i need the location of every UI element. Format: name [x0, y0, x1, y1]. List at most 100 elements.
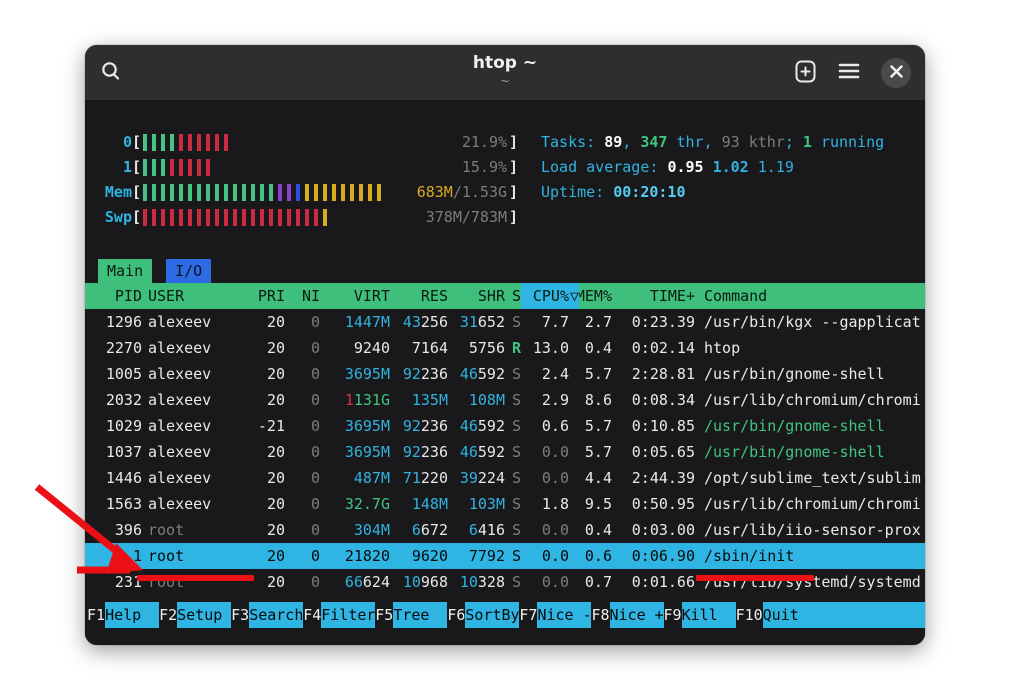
fn-sortby[interactable]: F6SortBy — [447, 602, 519, 628]
column-header-s[interactable]: S — [505, 283, 521, 309]
process-row[interactable]: 1563alexeev20032.7G148M103MS1.89.50:50.9… — [85, 491, 925, 517]
fn-filter[interactable]: F4Filter — [303, 602, 375, 628]
process-row[interactable]: 1037alexeev2003695M9223646592S0.05.70:05… — [85, 439, 925, 465]
meter-bar — [359, 184, 363, 201]
meter-bar — [215, 209, 219, 226]
process-row-selected[interactable]: 1root2002182096207792S0.00.60:06.90/sbin… — [85, 543, 925, 569]
column-header-ni[interactable]: NI — [285, 283, 320, 309]
cell-s: R — [505, 335, 521, 361]
meter-bar — [233, 184, 237, 201]
meter-bar — [224, 134, 228, 151]
meter-bar — [143, 159, 147, 176]
process-row[interactable]: 1005alexeev2003695M9223646592S2.45.72:28… — [85, 361, 925, 387]
column-header-pri[interactable]: PRI — [244, 283, 285, 309]
menu-button[interactable] — [838, 62, 860, 83]
process-row[interactable]: 396root200304M66726416S0.00.40:03.00/usr… — [85, 517, 925, 543]
meter-open-bracket: [ — [132, 208, 141, 226]
meter-swap-value: 378M/783M — [426, 205, 507, 230]
column-header-shr[interactable]: SHR — [448, 283, 505, 309]
cell-user: root — [148, 569, 244, 595]
fn-help[interactable]: F1Help — [87, 602, 159, 628]
meter-bar — [188, 159, 192, 176]
meter-close-bracket: ] — [509, 158, 518, 176]
cell-shr: 39224 — [448, 465, 505, 491]
fn-setup[interactable]: F2Setup — [159, 602, 231, 628]
process-row[interactable]: 1296alexeev2001447M4325631652S7.72.70:23… — [85, 309, 925, 335]
meter-bar — [206, 159, 210, 176]
cell-pri: 20 — [244, 361, 285, 387]
meter-bar — [197, 184, 201, 201]
cell-user: alexeev — [148, 413, 244, 439]
close-button[interactable] — [881, 58, 911, 88]
cell-shr: 46592 — [448, 361, 505, 387]
cell-pid: 1029 — [98, 413, 142, 439]
meter-bar — [170, 134, 174, 151]
meter-bar — [314, 209, 318, 226]
meter-bar — [170, 159, 174, 176]
meter-bar — [242, 184, 246, 201]
column-header-virt[interactable]: VIRT — [320, 283, 390, 309]
cell-s: S — [505, 413, 521, 439]
column-header-pid[interactable]: PID — [98, 283, 142, 309]
meter-bar — [287, 184, 291, 201]
cell-pri: 20 — [244, 335, 285, 361]
fn-nice-plus[interactable]: F8Nice + — [591, 602, 663, 628]
process-row[interactable]: 231root200666241096810328S0.00.70:01.66/… — [85, 569, 925, 595]
column-header-cpu[interactable]: CPU%▽ — [521, 283, 569, 309]
column-header-user[interactable]: USER — [148, 283, 244, 309]
cell-shr: 31652 — [448, 309, 505, 335]
process-row[interactable]: 1029alexeev-2103695M9223646592S0.65.70:1… — [85, 413, 925, 439]
column-header-res[interactable]: RES — [390, 283, 448, 309]
cell-s: S — [505, 517, 521, 543]
fn-help-label: Help — [105, 602, 159, 628]
cell-time: 0:06.90 — [612, 543, 695, 569]
cell-time: 2:28.81 — [612, 361, 695, 387]
cell-mem: 0.6 — [569, 543, 612, 569]
cell-pri: 20 — [244, 465, 285, 491]
meter-cpu-0-bars — [143, 134, 228, 151]
fn-tree[interactable]: F5Tree — [375, 602, 447, 628]
fn-quit[interactable]: F10Quit — [736, 602, 925, 628]
process-row[interactable]: 2032alexeev2001131G135M108MS2.98.60:08.3… — [85, 387, 925, 413]
fn-nice-minus[interactable]: F7Nice - — [519, 602, 591, 628]
search-button[interactable] — [99, 59, 123, 86]
cell-cmd: /usr/lib/systemd/systemd — [704, 569, 925, 595]
cell-res: 92236 — [390, 413, 448, 439]
fn-search[interactable]: F3Search — [231, 602, 303, 628]
process-row[interactable]: 2270alexeev200924071645756R13.00.40:02.1… — [85, 335, 925, 361]
meter-bar — [188, 134, 192, 151]
column-header-cmd[interactable]: Command — [704, 283, 925, 309]
meter-bar — [161, 134, 165, 151]
cell-time: 0:01.66 — [612, 569, 695, 595]
column-header-time[interactable]: TIME+ — [612, 283, 695, 309]
process-row[interactable]: 1446alexeev200487M7122039224S0.04.42:44.… — [85, 465, 925, 491]
cell-pri: 20 — [244, 387, 285, 413]
tab-main[interactable]: Main — [98, 259, 152, 283]
meter-bar — [179, 159, 183, 176]
cell-cpu: 0.6 — [521, 413, 569, 439]
meter-memory-value: 683M/1.53G — [417, 180, 507, 205]
meter-bar — [143, 184, 147, 201]
meter-bar — [143, 209, 147, 226]
cell-res: 6672 — [390, 517, 448, 543]
cell-s: S — [505, 569, 521, 595]
meter-bar — [206, 209, 210, 226]
meter-bar — [215, 184, 219, 201]
meter-cpu-1-bars — [143, 159, 210, 176]
meter-bar — [269, 209, 273, 226]
terminal-content: 0[21.9%]1[15.9%]Mem[683M/1.53G]Swp[378M/… — [85, 100, 925, 645]
load-average-line: Load average: 0.95 1.02 1.19 — [541, 155, 884, 180]
cell-cpu: 7.7 — [521, 309, 569, 335]
fn-kill[interactable]: F9Kill — [664, 602, 736, 628]
fn-search-key: F3 — [231, 602, 249, 628]
cell-mem: 8.6 — [569, 387, 612, 413]
cell-pri: 20 — [244, 517, 285, 543]
cell-pid: 1563 — [98, 491, 142, 517]
meter-close-bracket: ] — [509, 133, 518, 151]
cell-res: 10968 — [390, 569, 448, 595]
meter-bar — [179, 134, 183, 151]
cell-cpu: 2.9 — [521, 387, 569, 413]
cell-shr: 103M — [448, 491, 505, 517]
tab-io[interactable]: I/O — [166, 259, 211, 283]
new-tab-button[interactable] — [794, 60, 817, 86]
